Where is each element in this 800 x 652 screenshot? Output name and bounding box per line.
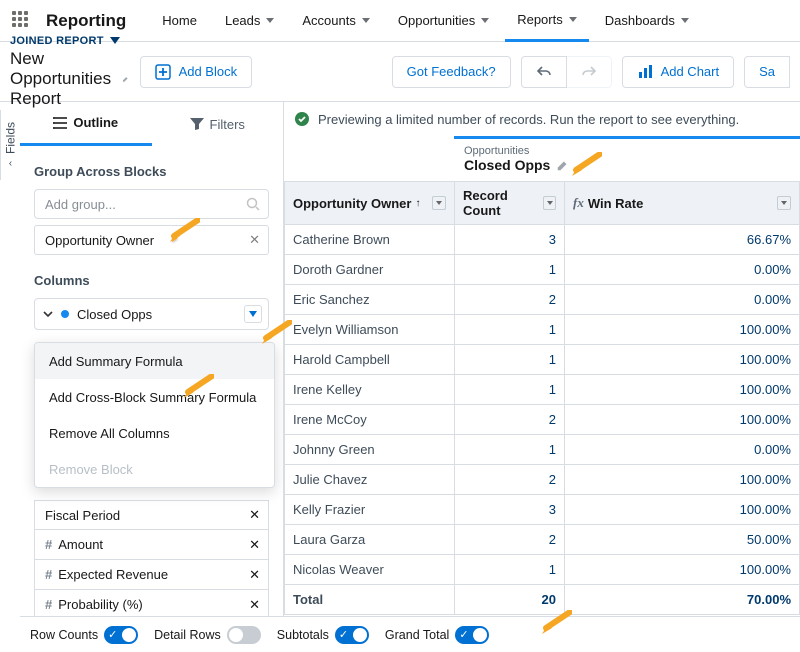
preview-message: Previewing a limited number of records. … <box>318 112 739 127</box>
tab-outline[interactable]: Outline <box>20 102 152 146</box>
row-counts-label: Row Counts <box>30 628 98 642</box>
block-header: Opportunities Closed Opps <box>454 136 800 181</box>
add-block-button[interactable]: Add Block <box>140 56 253 88</box>
nav-dashboards[interactable]: Dashboards <box>593 0 701 42</box>
edit-icon[interactable] <box>122 72 129 86</box>
report-footer: Row Counts ✓ Detail Rows Subtotals ✓ Gra… <box>20 616 800 652</box>
col-header-record-count[interactable]: Record Count <box>455 182 565 225</box>
table-row: Catherine Brown366.67% <box>285 225 800 255</box>
undo-button[interactable] <box>521 56 567 88</box>
table-row: Harold Campbell1100.00% <box>285 345 800 375</box>
menu-remove-block: Remove Block <box>35 451 274 487</box>
table-row: Irene McCoy2100.00% <box>285 405 800 435</box>
add-block-icon <box>155 64 171 80</box>
detail-rows-label: Detail Rows <box>154 628 221 642</box>
grand-total-toggle[interactable]: ✓ <box>455 626 489 644</box>
table-row: Nicolas Weaver1100.00% <box>285 555 800 585</box>
report-title: New Opportunities Report <box>10 49 114 109</box>
nav-home[interactable]: Home <box>150 0 209 42</box>
remove-column-icon[interactable]: ✕ <box>249 597 260 613</box>
menu-remove-all-columns[interactable]: Remove All Columns <box>35 415 274 451</box>
remove-column-icon[interactable]: ✕ <box>249 537 260 553</box>
remove-group-icon[interactable]: ✕ <box>249 232 260 248</box>
chevron-down-icon <box>362 18 370 23</box>
table-row: Johnny Green10.00% <box>285 435 800 465</box>
block-title: Closed Opps <box>464 157 550 173</box>
table-row: Doroth Gardner10.00% <box>285 255 800 285</box>
columns-label: Columns <box>34 273 269 288</box>
remove-column-icon[interactable]: ✕ <box>249 507 260 523</box>
nav-opportunities[interactable]: Opportunities <box>386 0 501 42</box>
edit-block-icon[interactable] <box>556 158 570 172</box>
fields-panel-toggle[interactable]: › Fields <box>0 110 20 180</box>
got-feedback-button[interactable]: Got Feedback? <box>392 56 511 88</box>
report-toolbar: JOINED REPORT New Opportunities Report A… <box>0 42 800 102</box>
tab-filters[interactable]: Filters <box>152 102 284 146</box>
joined-report-badge[interactable]: JOINED REPORT <box>10 35 130 47</box>
subtotals-label: Subtotals <box>277 628 329 642</box>
menu-add-cross-block-summary[interactable]: Add Cross-Block Summary Formula <box>35 379 274 415</box>
report-table: Opportunity Owner ↑ Record Count fx Win … <box>284 181 800 615</box>
row-counts-toggle[interactable]: ✓ <box>104 626 138 644</box>
add-group-input[interactable]: Add group... <box>34 189 269 219</box>
table-row: Kelly Frazier3100.00% <box>285 495 800 525</box>
caret-down-icon <box>110 37 120 45</box>
app-title: Reporting <box>46 11 126 31</box>
col-header-owner[interactable]: Opportunity Owner ↑ <box>285 182 455 225</box>
column-fiscal-period[interactable]: Fiscal Period✕ <box>34 500 269 530</box>
search-icon <box>246 197 260 211</box>
nav-leads[interactable]: Leads <box>213 0 286 42</box>
table-row: Laura Garza250.00% <box>285 525 800 555</box>
chevron-down-icon <box>266 18 274 23</box>
filter-icon <box>190 118 204 130</box>
table-row: Irene Kelley1100.00% <box>285 375 800 405</box>
redo-icon <box>581 65 597 79</box>
block-subtitle: Opportunities <box>464 145 790 157</box>
chevron-down-icon <box>569 17 577 22</box>
undo-icon <box>536 65 552 79</box>
save-button[interactable]: Sa <box>744 56 790 88</box>
group-pill-opportunity-owner[interactable]: Opportunity Owner ✕ <box>34 225 269 255</box>
col-header-win-rate[interactable]: fx Win Rate <box>565 182 800 225</box>
chevron-down-icon <box>681 18 689 23</box>
outline-icon <box>53 117 67 129</box>
check-circle-icon <box>294 111 310 127</box>
detail-rows-toggle[interactable] <box>227 626 261 644</box>
group-across-blocks-label: Group Across Blocks <box>34 164 269 179</box>
nav-reports[interactable]: Reports <box>505 0 589 42</box>
chart-icon <box>637 64 653 80</box>
column-amount[interactable]: #Amount✕ <box>34 530 269 560</box>
block-closed-opps[interactable]: Closed Opps <box>34 298 269 330</box>
redo-button[interactable] <box>567 56 612 88</box>
add-chart-button[interactable]: Add Chart <box>622 56 735 88</box>
app-launcher-icon[interactable] <box>12 11 32 31</box>
block-color-dot <box>61 310 69 318</box>
side-panel: Outline Filters Group Across Blocks Add … <box>20 102 284 652</box>
chevron-down-icon <box>43 309 53 319</box>
table-total-row: Total2070.00% <box>285 585 800 615</box>
table-row: Eric Sanchez20.00% <box>285 285 800 315</box>
grand-total-label: Grand Total <box>385 628 449 642</box>
block-menu-trigger[interactable] <box>244 305 262 323</box>
chevron-down-icon <box>481 18 489 23</box>
block-dropdown-menu: Add Summary Formula Add Cross-Block Summ… <box>34 342 275 488</box>
table-row: Evelyn Williamson1100.00% <box>285 315 800 345</box>
column-expected-revenue[interactable]: #Expected Revenue✕ <box>34 560 269 590</box>
report-preview: Previewing a limited number of records. … <box>284 102 800 652</box>
menu-add-summary-formula[interactable]: Add Summary Formula <box>35 343 274 379</box>
subtotals-toggle[interactable]: ✓ <box>335 626 369 644</box>
table-row: Julie Chavez2100.00% <box>285 465 800 495</box>
remove-column-icon[interactable]: ✕ <box>249 567 260 583</box>
nav-accounts[interactable]: Accounts <box>290 0 381 42</box>
